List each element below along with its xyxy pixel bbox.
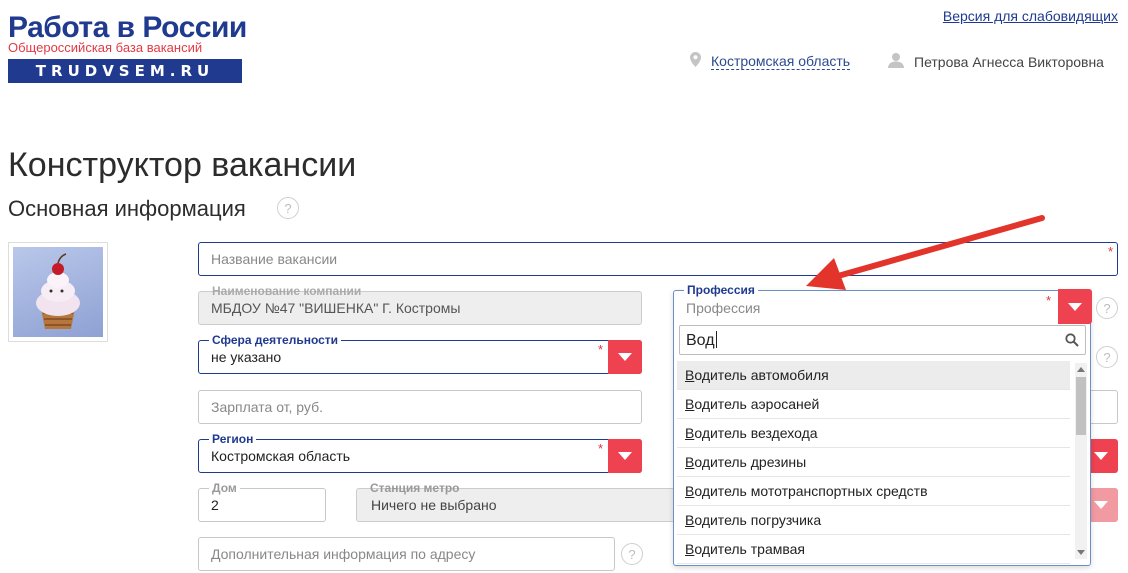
section-title: Основная информация [8, 196, 246, 221]
house-number-input[interactable]: Дом 2 [198, 481, 326, 522]
profession-option[interactable]: Водитель дрезины [677, 448, 1070, 477]
chevron-down-icon [618, 452, 632, 460]
chevron-down-icon [618, 353, 632, 361]
company-name-field: Наименование компании МБДОУ №47 "ВИШЕНКА… [198, 284, 642, 325]
user-icon [888, 52, 904, 71]
profession-search-input[interactable]: Вод [679, 325, 1086, 355]
metro-station-value: Ничего не выбрано [371, 497, 497, 513]
region-select[interactable]: Регион Костромская область * [198, 432, 642, 473]
house-number-value: 2 [211, 497, 219, 513]
annotation-arrow-icon [806, 215, 1045, 290]
company-logo-image[interactable] [8, 242, 108, 342]
required-marker: * [597, 342, 603, 357]
scroll-up-arrow-icon[interactable] [1077, 367, 1085, 372]
profession-select[interactable]: Профессия Профессия * Вод Водитель автом… [673, 283, 1092, 566]
field-help-icon[interactable]: ? [1096, 346, 1118, 368]
region-value: Костромская область [211, 448, 351, 464]
vacancy-name-placeholder: Название вакансии [211, 251, 338, 267]
profession-option[interactable]: Водитель аэросаней [677, 390, 1070, 419]
required-marker: * [597, 441, 603, 456]
salary-from-input[interactable]: Зарплата от, руб. [198, 390, 642, 424]
metro-station-label: Станция метро [370, 481, 460, 495]
activity-sphere-select[interactable]: Сфера деятельности не указано * [198, 333, 642, 374]
house-number-label: Дом [209, 481, 240, 495]
required-marker: * [1107, 244, 1113, 259]
section-help-icon[interactable]: ? [277, 197, 299, 219]
profession-help-icon[interactable]: ? [1096, 297, 1118, 319]
activity-sphere-label: Сфера деятельности [209, 333, 342, 347]
chevron-down-icon [1068, 302, 1082, 311]
salary-from-placeholder: Зарплата от, руб. [211, 399, 323, 415]
metro-station-select[interactable]: Станция метро Ничего не выбрано [356, 481, 676, 522]
logo-band: TRUDVSEM.RU [8, 59, 242, 83]
cupcake-picture [13, 247, 103, 337]
company-name-value: МБДОУ №47 "ВИШЕНКА" Г. Костромы [211, 300, 461, 316]
chevron-down-icon [1094, 452, 1108, 460]
profession-option[interactable]: Водитель погрузчика [677, 506, 1070, 535]
profession-search-query: Вод [686, 331, 717, 349]
profession-option[interactable]: Водитель трамвая [677, 535, 1070, 564]
profession-options-list: Водитель автомобиля Водитель аэросаней Вод… [677, 361, 1070, 564]
profession-option[interactable]: Водитель автомобиля [677, 361, 1070, 390]
activity-sphere-value: не указано [211, 349, 282, 365]
address-help-icon[interactable]: ? [621, 543, 643, 565]
options-scrollbar[interactable] [1075, 363, 1087, 559]
address-extra-input[interactable]: Дополнительная информация по адресу [198, 537, 615, 571]
scrollbar-thumb[interactable] [1076, 377, 1086, 435]
profession-current-value: Профессия [686, 300, 761, 316]
region-dropdown-button[interactable] [608, 439, 642, 473]
logo-subtitle: Общероссийская база вакансий [8, 40, 203, 55]
scroll-down-arrow-icon[interactable] [1077, 550, 1085, 555]
address-extra-placeholder: Дополнительная информация по адресу [211, 546, 476, 562]
region-name: Костромская область [711, 52, 851, 70]
site-logo[interactable]: Работа в России Общероссийская база вака… [8, 12, 247, 84]
region-selector[interactable]: Костромская область [690, 52, 851, 70]
search-icon [1065, 333, 1079, 352]
company-name-label: Наименование компании [212, 284, 362, 298]
activity-sphere-dropdown-button[interactable] [608, 340, 642, 374]
user-name: Петрова Агнесса Викторовна [914, 53, 1104, 70]
profession-option[interactable]: Водитель вездехода [677, 419, 1070, 448]
region-label: Регион [209, 432, 257, 446]
profession-option[interactable]: Водитель мототранспортных средств [677, 477, 1070, 506]
profession-dropdown-button[interactable] [1058, 289, 1092, 324]
chevron-down-icon [1094, 501, 1108, 509]
user-menu[interactable]: Петрова Агнесса Викторовна [888, 52, 1104, 71]
accessibility-version-link[interactable]: Версия для слабовидящих [943, 8, 1118, 24]
page-title: Конструктор вакансии [8, 146, 357, 184]
profession-label: Профессия [684, 283, 758, 297]
location-pin-icon [690, 52, 701, 70]
